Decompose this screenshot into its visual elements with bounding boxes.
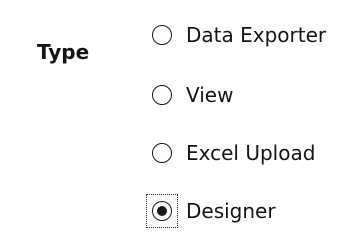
radio-unchecked-icon[interactable]: [152, 25, 172, 45]
radio-focus-area: [146, 136, 178, 170]
radio-label-designer: Designer: [186, 199, 276, 223]
radio-unchecked-icon[interactable]: [152, 143, 172, 163]
radio-focus-outline: [146, 194, 178, 228]
radio-unchecked-icon[interactable]: [152, 85, 172, 105]
radio-focus-area: [146, 18, 178, 52]
radio-checked-icon[interactable]: [152, 201, 172, 221]
radio-option-excel-upload[interactable]: Excel Upload: [146, 136, 315, 170]
type-radio-group: Data Exporter View Excel Upload Designer: [0, 0, 361, 249]
radio-focus-area: [146, 78, 178, 112]
radio-label-data-exporter: Data Exporter: [186, 23, 327, 47]
radio-dot: [157, 206, 167, 216]
radio-option-designer[interactable]: Designer: [146, 194, 276, 228]
radio-option-data-exporter[interactable]: Data Exporter: [146, 18, 326, 52]
radio-option-view[interactable]: View: [146, 78, 233, 112]
radio-label-view: View: [186, 83, 234, 107]
radio-label-excel-upload: Excel Upload: [186, 141, 316, 165]
